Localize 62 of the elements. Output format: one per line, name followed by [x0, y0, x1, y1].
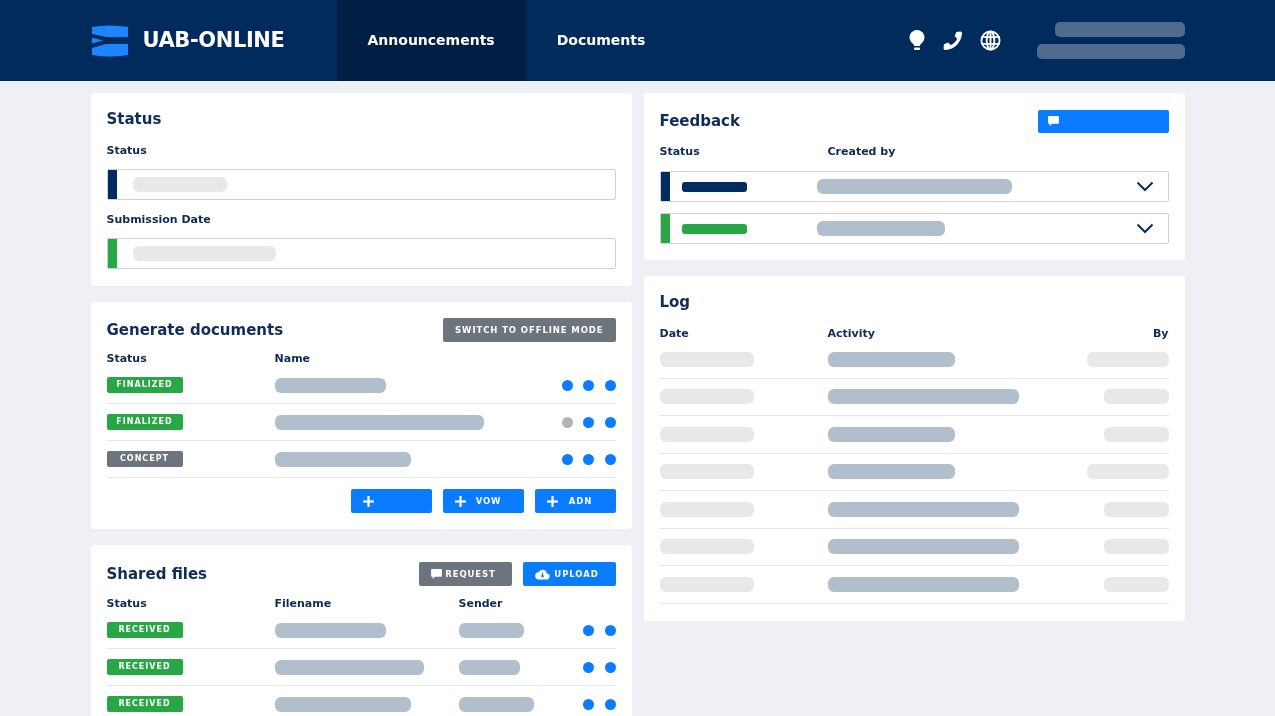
status-badge: CONCEPT: [106, 451, 183, 467]
column-header: Status: [106, 351, 148, 367]
action-dot-icon[interactable]: [604, 698, 616, 710]
action-dot-icon[interactable]: [583, 453, 594, 465]
select-field[interactable]: [659, 171, 1169, 202]
chat-icon: [430, 569, 442, 579]
lightbulb-icon[interactable]: [908, 29, 925, 52]
nav-tab[interactable]: Documents: [525, 0, 677, 81]
card-title: Feedback: [659, 111, 740, 131]
column-header: By: [1152, 326, 1169, 341]
add-button[interactable]: [350, 489, 432, 513]
offline-mode-button[interactable]: SWITCH TO OFFLINE MODE: [443, 318, 616, 342]
status-badge: RECEIVED: [106, 622, 183, 638]
plus-icon: [454, 495, 466, 507]
action-dot-icon[interactable]: [583, 379, 594, 391]
upload-button[interactable]: UPLOAD: [522, 562, 616, 586]
action-dot-icon[interactable]: [604, 416, 616, 428]
column-header: Created by: [827, 144, 896, 160]
column-header: Status: [106, 596, 148, 612]
action-dot-icon[interactable]: [604, 624, 616, 636]
placeholder-bar: [458, 622, 524, 638]
card-title: Generate documents: [106, 320, 284, 340]
column-header: Activity: [827, 326, 876, 341]
placeholder-bar: [458, 659, 520, 675]
action-dot-icon[interactable]: [561, 453, 573, 465]
action-dot-icon[interactable]: [583, 416, 594, 428]
globe-icon[interactable]: [979, 30, 1001, 51]
field-label: Submission Date: [106, 212, 212, 228]
column-header: Status: [659, 144, 701, 160]
comment-button[interactable]: [1037, 109, 1169, 133]
action-dot-icon[interactable]: [604, 661, 616, 673]
cloud-download-icon: [534, 568, 550, 580]
column-header: Filename: [274, 596, 333, 612]
request-button[interactable]: REQUEST: [418, 562, 512, 586]
card-title: Shared files: [106, 564, 207, 584]
card-title: Status: [106, 109, 162, 129]
add-button[interactable]: VOW: [442, 489, 524, 513]
column-header: Date: [659, 326, 690, 341]
column-header: Name: [274, 351, 311, 367]
action-dot-icon[interactable]: [583, 698, 594, 710]
status-badge: RECEIVED: [106, 659, 183, 675]
brand-name: UAB-ONLINE: [142, 30, 285, 51]
select-field[interactable]: [659, 213, 1169, 244]
action-dot-icon[interactable]: [583, 624, 594, 636]
chat-icon: [1047, 116, 1059, 126]
action-dot-icon[interactable]: [583, 661, 594, 673]
plus-icon: [362, 495, 374, 507]
action-dot-icon[interactable]: [604, 379, 616, 391]
card-title: Log: [659, 292, 691, 312]
add-button[interactable]: ADN: [534, 489, 616, 513]
logo-icon: [90, 23, 129, 58]
status-badge: FINALIZED: [106, 377, 183, 393]
field-label: Status: [106, 143, 148, 159]
action-dot-icon[interactable]: [604, 453, 616, 465]
nav-tab[interactable]: Announcements: [336, 0, 526, 81]
status-badge: RECEIVED: [106, 696, 183, 712]
column-header: Sender: [458, 596, 503, 612]
chevron-down-icon[interactable]: [1135, 181, 1154, 192]
chevron-down-icon[interactable]: [1135, 223, 1154, 234]
status-badge: FINALIZED: [106, 414, 183, 430]
plus-icon: [546, 495, 558, 507]
action-dot-icon[interactable]: [561, 379, 573, 391]
